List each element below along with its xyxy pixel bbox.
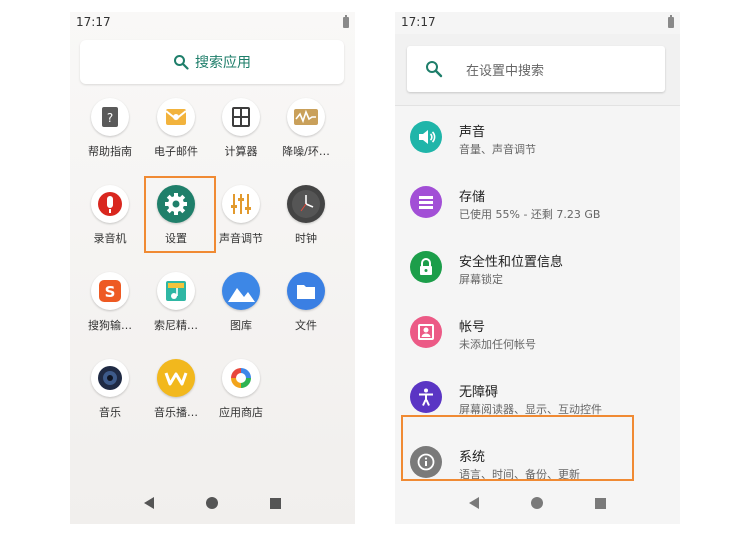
app-clock[interactable]: 时钟 [274,185,338,246]
svg-text:?: ? [107,111,113,125]
navigation-bar [395,482,680,524]
app-label: 应用商店 [219,406,263,419]
settings-item-subtitle: 屏幕锁定 [459,273,503,286]
search-apps-bar[interactable]: 搜索应用 [80,40,344,84]
recent-apps-icon[interactable] [595,497,606,509]
accessibility-icon [410,381,442,413]
app-label: 图库 [230,319,252,332]
system-highlight-box [401,415,634,481]
app-store[interactable]: 应用商店 [209,359,273,420]
app-files[interactable]: 文件 [274,272,338,333]
clock-icon [287,185,325,223]
settings-item-title: 声音 [459,125,486,140]
app-label: 电子邮件 [154,145,198,158]
email-icon [157,98,195,136]
app-help-guide[interactable]: ? 帮助指南 [78,98,142,159]
app-label: 降噪/环… [282,145,330,158]
settings-item-title: 帐号 [459,320,486,335]
settings-header: 在设置中搜索 [395,34,680,106]
settings-item-accounts[interactable]: 帐号 未添加任何帐号 [395,302,680,362]
settings-screen: 17:17 在设置中搜索 声音 音量、声音调节 存储 已使用 55% - 还剩 … [395,12,680,524]
calculator-icon [222,98,260,136]
settings-search-placeholder: 在设置中搜索 [466,63,545,79]
back-icon[interactable] [144,497,154,509]
settings-item-storage[interactable]: 存储 已使用 55% - 还剩 7.23 GB [395,172,680,232]
help-guide-icon: ? [91,98,129,136]
battery-icon [668,15,674,28]
settings-item-title: 无障碍 [459,385,499,400]
app-walkman[interactable]: 音乐播… [144,359,208,420]
home-icon[interactable] [531,497,543,509]
app-label: 时钟 [295,232,317,245]
status-bar: 17:17 [395,12,680,34]
search-icon [426,61,443,78]
app-label: 音乐 [99,406,121,419]
volume-icon [410,121,442,153]
app-calculator[interactable]: 计算器 [209,98,273,159]
gallery-icon [222,272,260,310]
app-store-icon [222,359,260,397]
home-icon[interactable] [206,497,218,509]
app-gallery[interactable]: 图库 [209,272,273,333]
status-time: 17:17 [76,15,111,29]
app-label: 搜狗输… [88,319,132,332]
navigation-bar [70,482,355,524]
app-music[interactable]: 音乐 [78,359,142,420]
lock-icon [410,251,442,283]
storage-icon [410,186,442,218]
app-noise-cancel[interactable]: 降噪/环… [274,98,338,159]
settings-search-bar[interactable]: 在设置中搜索 [407,46,665,92]
app-sony-select[interactable]: 索尼精… [144,272,208,333]
settings-item-title: 安全性和位置信息 [459,255,564,270]
app-label: 文件 [295,319,317,332]
sound-adjust-icon [222,185,260,223]
app-label: 索尼精… [154,319,198,332]
back-icon[interactable] [469,497,479,509]
app-email[interactable]: 电子邮件 [144,98,208,159]
recent-apps-icon[interactable] [270,497,281,509]
settings-item-title: 存储 [459,190,486,205]
music-icon [91,359,129,397]
search-apps-label: 搜索应用 [195,55,251,71]
noise-cancel-icon [287,98,325,136]
launcher-screen: 17:17 搜索应用 ? 帮助指南 电子邮件 计算器 降噪/环… 录音机 设置 … [70,12,355,524]
settings-highlight-box [144,176,216,253]
walkman-icon [157,359,195,397]
settings-item-sound[interactable]: 声音 音量、声音调节 [395,107,680,167]
settings-item-security[interactable]: 安全性和位置信息 屏幕锁定 [395,237,680,297]
recorder-icon [91,185,129,223]
battery-icon [343,15,349,28]
settings-item-subtitle: 音量、声音调节 [459,143,536,156]
svg-text:S: S [105,283,116,301]
settings-item-subtitle: 未添加任何帐号 [459,338,536,351]
status-time: 17:17 [401,15,436,29]
search-icon [174,55,189,70]
sogou-input-icon: S [91,272,129,310]
files-icon [287,272,325,310]
app-label: 录音机 [93,232,127,245]
app-label: 声音调节 [219,232,263,245]
app-sound-adjust[interactable]: 声音调节 [209,185,273,246]
settings-item-subtitle: 已使用 55% - 还剩 7.23 GB [459,208,601,221]
sony-select-icon [157,272,195,310]
app-label: 音乐播… [154,406,198,419]
app-label: 帮助指南 [88,145,132,158]
app-label: 计算器 [224,145,258,158]
account-icon [410,316,442,348]
app-recorder[interactable]: 录音机 [78,185,142,246]
status-bar: 17:17 [70,12,355,34]
app-sogou-input[interactable]: S 搜狗输… [78,272,142,333]
